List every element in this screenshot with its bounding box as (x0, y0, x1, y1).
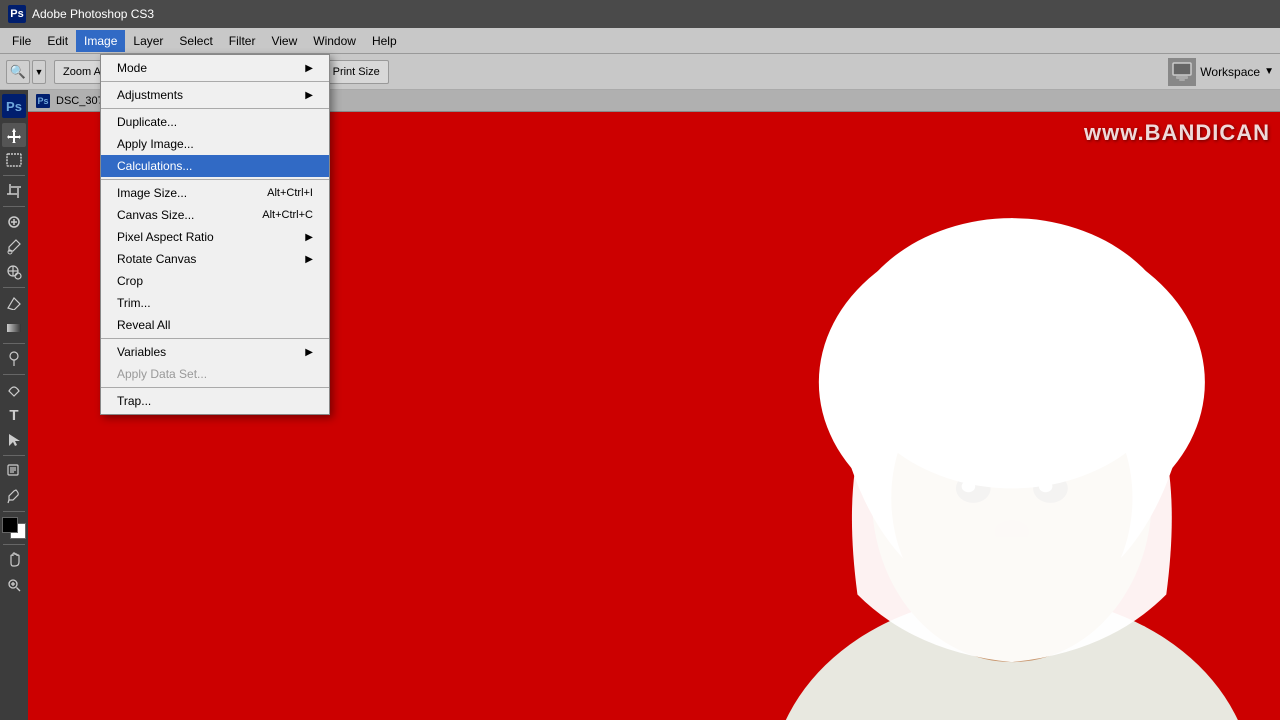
workspace-icon[interactable] (1168, 58, 1196, 86)
variables-label: Variables (117, 345, 166, 359)
type-tool[interactable]: T (2, 403, 26, 427)
app-title: Adobe Photoshop CS3 (32, 7, 154, 21)
menu-file[interactable]: File (4, 30, 39, 52)
menu-adjustments-item[interactable]: Adjustments ▶ (101, 84, 329, 106)
pixel-aspect-label: Pixel Aspect Ratio (117, 230, 214, 244)
color-boxes[interactable] (2, 517, 26, 539)
main-area: Ps (0, 90, 1280, 720)
move-tool[interactable] (2, 123, 26, 147)
duplicate-label: Duplicate... (117, 115, 177, 129)
workspace-arrow[interactable]: ▼ (1264, 66, 1274, 77)
menu-filter[interactable]: Filter (221, 30, 264, 52)
menu-edit[interactable]: Edit (39, 30, 76, 52)
trim-label: Trim... (117, 296, 151, 310)
trap-label: Trap... (117, 394, 151, 408)
pixel-aspect-arrow: ▶ (305, 232, 313, 243)
menu-calculations-item[interactable]: Calculations... (101, 155, 329, 177)
menu-apply-data-item: Apply Data Set... (101, 363, 329, 385)
workspace-label: Workspace (1200, 65, 1260, 79)
workspace-control[interactable]: Workspace ▼ (1168, 58, 1274, 86)
dropdown-container: Mode ▶ Adjustments ▶ Duplicate... Apply … (100, 54, 330, 415)
menu-window[interactable]: Window (305, 30, 364, 52)
menu-reveal-all-item[interactable]: Reveal All (101, 314, 329, 336)
zoom-dropdown-arrow[interactable]: ▼ (32, 60, 46, 84)
dodge-tool[interactable] (2, 347, 26, 371)
menu-image-size-item[interactable]: Image Size... Alt+Ctrl+I (101, 182, 329, 204)
zoom-tool[interactable] (2, 573, 26, 597)
watermark: www.BANDICAN (1084, 120, 1270, 146)
menu-view[interactable]: View (263, 30, 305, 52)
print-size-btn[interactable]: Print Size (324, 60, 389, 84)
mode-label: Mode (117, 61, 147, 75)
clone-tool[interactable] (2, 260, 26, 284)
menu-mode-item[interactable]: Mode ▶ (101, 57, 329, 79)
menu-pixel-aspect-item[interactable]: Pixel Aspect Ratio ▶ (101, 226, 329, 248)
image-dropdown-menu: Mode ▶ Adjustments ▶ Duplicate... Apply … (100, 54, 330, 415)
tools-panel: Ps (0, 90, 28, 720)
menu-crop-item[interactable]: Crop (101, 270, 329, 292)
menu-apply-image-item[interactable]: Apply Image... (101, 133, 329, 155)
separator-1 (101, 81, 329, 82)
eraser-tool[interactable] (2, 291, 26, 315)
notes-tool[interactable] (2, 459, 26, 483)
rotate-canvas-arrow: ▶ (305, 254, 313, 265)
image-size-label: Image Size... (117, 186, 187, 200)
crop-label: Crop (117, 274, 143, 288)
marquee-tool[interactable] (2, 148, 26, 172)
separator-3 (101, 179, 329, 180)
ps-logo: Ps (8, 5, 26, 23)
menu-bar: File Edit Image Layer Select Filter View… (0, 28, 1280, 54)
eyedropper-tool[interactable] (2, 484, 26, 508)
path-select-tool[interactable] (2, 428, 26, 452)
title-bar: Ps Adobe Photoshop CS3 (0, 0, 1280, 28)
gradient-tool[interactable] (2, 316, 26, 340)
crop-tool[interactable] (2, 179, 26, 203)
separator-5 (101, 387, 329, 388)
canvas-size-shortcut: Alt+Ctrl+C (262, 209, 313, 221)
apply-data-label: Apply Data Set... (117, 367, 207, 381)
heal-tool[interactable] (2, 210, 26, 234)
doc-ps-icon: Ps (36, 94, 50, 108)
menu-image[interactable]: Image (76, 30, 125, 52)
menu-help[interactable]: Help (364, 30, 405, 52)
menu-rotate-canvas-item[interactable]: Rotate Canvas ▶ (101, 248, 329, 270)
menu-select[interactable]: Select (171, 30, 220, 52)
pen-tool[interactable] (2, 378, 26, 402)
image-size-shortcut: Alt+Ctrl+I (267, 187, 313, 199)
rotate-canvas-label: Rotate Canvas (117, 252, 196, 266)
adjustments-arrow: ▶ (305, 90, 313, 101)
adjustments-label: Adjustments (117, 88, 183, 102)
apply-image-label: Apply Image... (117, 137, 194, 151)
menu-trap-item[interactable]: Trap... (101, 390, 329, 412)
menu-duplicate-item[interactable]: Duplicate... (101, 111, 329, 133)
brush-tool[interactable] (2, 235, 26, 259)
zoom-tool-icon[interactable]: 🔍 (6, 60, 30, 84)
reveal-all-label: Reveal All (117, 318, 170, 332)
menu-variables-item[interactable]: Variables ▶ (101, 341, 329, 363)
variables-arrow: ▶ (305, 347, 313, 358)
mode-arrow: ▶ (305, 63, 313, 74)
menu-canvas-size-item[interactable]: Canvas Size... Alt+Ctrl+C (101, 204, 329, 226)
hand-tool[interactable] (2, 548, 26, 572)
menu-layer[interactable]: Layer (125, 30, 171, 52)
separator-4 (101, 338, 329, 339)
canvas-size-label: Canvas Size... (117, 208, 194, 222)
separator-2 (101, 108, 329, 109)
menu-trim-item[interactable]: Trim... (101, 292, 329, 314)
person-image (570, 112, 1280, 720)
content-area: Ps DSC_3079.JPG @ 27.2% (Layer 0, RGB/8) (28, 90, 1280, 720)
calculations-label: Calculations... (117, 159, 192, 173)
ps-tool-logo: Ps (2, 94, 26, 118)
